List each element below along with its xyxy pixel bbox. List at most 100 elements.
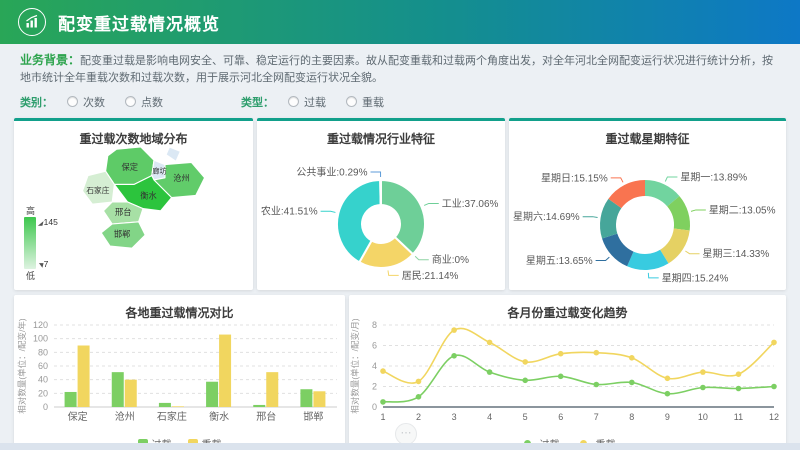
- bar-chart-title: 各地重过载情况对比: [14, 295, 345, 319]
- legend-min-value: ◥7: [38, 259, 58, 269]
- radio-icon[interactable]: [125, 96, 136, 107]
- legend-gradient-bar[interactable]: [24, 217, 36, 269]
- svg-text:0: 0: [372, 402, 377, 412]
- map-label-cangzhou: 沧州: [173, 173, 190, 183]
- business-background-text: 配变重过载是影响电网安全、可靠、稳定运行的主要因素。故从配变重载和过载两个角度出…: [20, 55, 773, 84]
- svg-text:邢台: 邢台: [256, 410, 276, 423]
- line-chart-title: 各月份重过载变化趋势: [349, 295, 786, 319]
- more-options-button[interactable]: ⋯: [395, 423, 417, 445]
- svg-text:相对数量(单位：/配变/月): 相对数量(单位：/配变/月): [350, 319, 360, 414]
- svg-text:衡水: 衡水: [209, 411, 229, 423]
- svg-text:0: 0: [43, 402, 48, 412]
- business-background-label: 业务背景：: [20, 53, 80, 67]
- map-label-baoding: 保定: [122, 162, 139, 172]
- svg-text:商业:0%: 商业:0%: [432, 253, 469, 266]
- footer-strip: [0, 443, 800, 450]
- map-label-xingtai: 邢台: [115, 207, 132, 217]
- week-donut-panel: 重过载星期特征 星期一:13.89%星期二:13.05%星期三:14.33%星期…: [509, 118, 786, 290]
- bar-chart-panel: 各地重过载情况对比 020406080100120保定沧州石家庄衡水邢台邯郸相对…: [14, 295, 345, 447]
- svg-text:星期六:14.69%: 星期六:14.69%: [513, 211, 580, 223]
- svg-text:4: 4: [487, 412, 492, 422]
- triangle-icon: ◥: [38, 263, 43, 269]
- svg-text:60: 60: [38, 361, 48, 371]
- svg-text:11: 11: [734, 412, 743, 422]
- svg-text:3: 3: [452, 412, 457, 422]
- filter-bar: 类别： 次数 点数 类型： 过载 重载: [20, 93, 780, 111]
- business-background: 业务背景：配变重过载是影响电网安全、可靠、稳定运行的主要因素。故从配变重载和过载…: [20, 51, 780, 88]
- svg-text:石家庄: 石家庄: [157, 410, 187, 423]
- chart-icon: [18, 8, 46, 36]
- bar-chart[interactable]: 020406080100120保定沧州石家庄衡水邢台邯郸相对数量(单位：/配变/…: [14, 319, 345, 431]
- top-panel-row: 重过载次数地域分布 保定 廊坊: [14, 118, 786, 290]
- radio-option-guozai[interactable]: 过载: [288, 94, 326, 110]
- header: 配变重过载情况概览: [0, 0, 800, 44]
- svg-text:邯郸: 邯郸: [303, 410, 323, 423]
- svg-text:10: 10: [698, 412, 708, 422]
- filter-group-type: 类型： 过载 重载: [241, 94, 404, 110]
- map-visual-legend[interactable]: 高 ◢145 ◥7 低: [24, 204, 58, 282]
- map-title: 重过载次数地域分布: [14, 121, 253, 145]
- svg-text:农业:41.51%: 农业:41.51%: [261, 204, 318, 217]
- filter-type-label: 类型：: [241, 94, 274, 110]
- svg-text:6: 6: [372, 340, 377, 350]
- bottom-panel-row: 各地重过载情况对比 020406080100120保定沧州石家庄衡水邢台邯郸相对…: [14, 295, 786, 447]
- radio-option-zhongzai[interactable]: 重载: [346, 94, 384, 110]
- svg-text:居民:21.14%: 居民:21.14%: [402, 270, 459, 282]
- radio-label: 点数: [141, 94, 163, 110]
- svg-text:1: 1: [380, 412, 385, 422]
- legend-low-label: 低: [26, 269, 58, 282]
- svg-text:8: 8: [629, 412, 634, 422]
- radio-icon[interactable]: [67, 96, 78, 107]
- radio-label: 次数: [83, 94, 105, 110]
- svg-text:80: 80: [38, 347, 48, 357]
- svg-text:星期四:15.24%: 星期四:15.24%: [662, 272, 729, 284]
- svg-text:120: 120: [33, 320, 48, 330]
- svg-text:4: 4: [372, 361, 377, 371]
- svg-text:6: 6: [558, 412, 563, 422]
- svg-text:5: 5: [523, 412, 528, 422]
- line-chart[interactable]: 02468123456789101112相对数量(单位：/配变/月): [349, 319, 786, 431]
- line-chart-panel: 各月份重过载变化趋势 02468123456789101112相对数量(单位：/…: [349, 295, 786, 447]
- svg-text:9: 9: [665, 412, 670, 422]
- svg-text:2: 2: [372, 381, 377, 391]
- legend-max-value: ◢145: [38, 217, 58, 227]
- page-title: 配变重过载情况概览: [58, 10, 220, 35]
- svg-text:40: 40: [38, 374, 48, 384]
- filter-category-label: 类别：: [20, 94, 53, 110]
- industry-donut-title: 重过载情况行业特征: [257, 121, 505, 145]
- filter-group-category: 类别： 次数 点数: [20, 94, 183, 110]
- radio-icon[interactable]: [346, 96, 357, 107]
- svg-text:公共事业:0.29%: 公共事业:0.29%: [296, 165, 367, 178]
- week-donut-chart[interactable]: 星期一:13.89% 星期二:13.05% 星期三:14.33% 星期四:15.24%…: [509, 145, 786, 291]
- svg-text:20: 20: [38, 388, 48, 398]
- radio-label: 重载: [362, 94, 384, 110]
- hebei-map[interactable]: 保定 廊坊 沧州 石家庄 衡水 邢台 邯郸: [66, 147, 242, 284]
- svg-text:星期日:15.15%: 星期日:15.15%: [541, 172, 608, 184]
- svg-text:100: 100: [33, 333, 48, 343]
- triangle-icon: ◢: [38, 221, 43, 227]
- svg-text:星期五:13.65%: 星期五:13.65%: [526, 255, 593, 267]
- radio-option-cishu[interactable]: 次数: [67, 94, 105, 110]
- svg-text:星期二:13.05%: 星期二:13.05%: [709, 204, 776, 216]
- svg-text:8: 8: [372, 320, 377, 330]
- radio-label: 过载: [304, 94, 326, 110]
- svg-text:保定: 保定: [68, 410, 88, 423]
- map-region-langfang-enclave: [166, 147, 180, 161]
- map-label-hengshui: 衡水: [140, 190, 157, 200]
- radio-option-dianshu[interactable]: 点数: [125, 94, 163, 110]
- industry-donut-chart[interactable]: 工业:37.06% 商业:0% 居民:21.14% 农业:41.51% 公共事业:0.2…: [257, 145, 505, 291]
- dashboard: 配变重过载情况概览 业务背景：配变重过载是影响电网安全、可靠、稳定运行的主要因素…: [0, 0, 800, 450]
- legend-high-label: 高: [26, 204, 58, 217]
- radio-icon[interactable]: [288, 96, 299, 107]
- svg-text:工业:37.06%: 工业:37.06%: [442, 198, 499, 210]
- svg-text:相对数量(单位：/配变/年): 相对数量(单位：/配变/年): [17, 319, 27, 414]
- industry-donut-panel: 重过载情况行业特征 工业:37.06% 商业:0% 居民:21.14% 农业:41.5…: [257, 118, 505, 290]
- map-panel: 重过载次数地域分布 保定 廊坊: [14, 118, 253, 290]
- svg-text:2: 2: [416, 412, 421, 422]
- week-donut-title: 重过载星期特征: [509, 121, 786, 145]
- map-label-shijiazhuang: 石家庄: [86, 185, 109, 195]
- svg-text:星期一:13.89%: 星期一:13.89%: [680, 171, 747, 183]
- svg-text:星期三:14.33%: 星期三:14.33%: [703, 248, 770, 260]
- svg-text:12: 12: [769, 412, 779, 422]
- svg-text:7: 7: [594, 412, 599, 422]
